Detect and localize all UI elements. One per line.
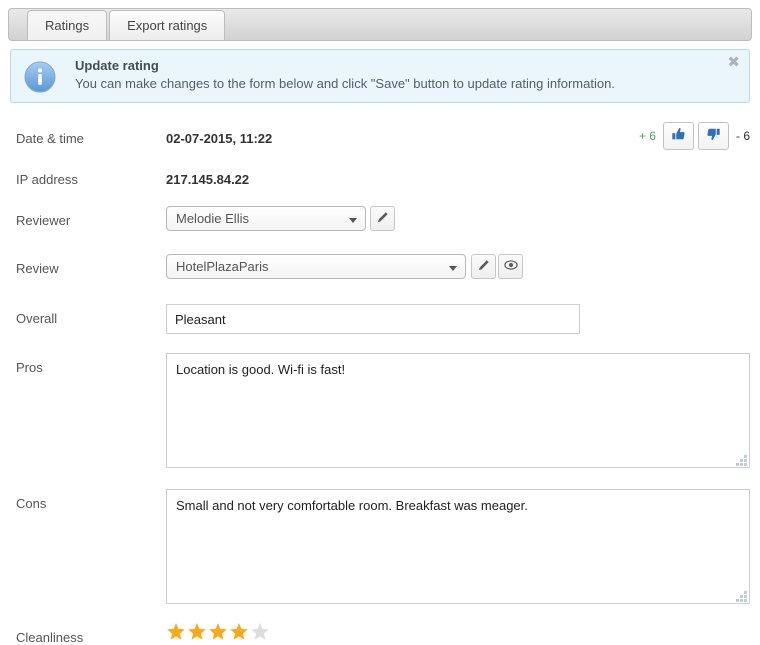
review-label: Review (16, 261, 59, 276)
cons-textarea[interactable] (166, 489, 750, 604)
tab-ratings-label: Ratings (45, 18, 90, 33)
update-rating-banner: Update rating You can make changes to th… (10, 49, 750, 103)
thumbs-down-icon (706, 127, 721, 145)
ip-address-value: 217.145.84.22 (166, 172, 250, 187)
star-icon[interactable] (166, 622, 186, 644)
tab-export-ratings[interactable]: Export ratings (109, 10, 226, 40)
datetime-label: Date & time (16, 131, 84, 146)
star-icon[interactable] (208, 622, 228, 644)
vote-widget: + 6 - 6 (639, 122, 750, 150)
cleanliness-stars[interactable] (166, 622, 270, 644)
reviewer-select[interactable]: Melodie Ellis (166, 206, 366, 231)
banner-title: Update rating (75, 58, 159, 73)
tab-ratings[interactable]: Ratings (27, 10, 108, 40)
tab-bar: Ratings Export ratings (8, 8, 752, 41)
review-select-value: HotelPlazaParis (176, 259, 269, 274)
overall-label: Overall (16, 311, 58, 326)
thumbs-up-icon (671, 127, 686, 145)
pencil-icon (376, 211, 389, 227)
close-icon[interactable]: ✖ (727, 55, 740, 70)
downvote-count: - 6 (735, 129, 750, 143)
edit-reviewer-button[interactable] (370, 206, 395, 231)
downvote-button[interactable] (697, 122, 729, 150)
banner-message: You can make changes to the form below a… (75, 76, 615, 91)
overall-input[interactable] (166, 304, 580, 334)
pros-textarea[interactable] (166, 353, 750, 468)
chevron-down-icon (349, 218, 357, 223)
star-icon[interactable] (229, 622, 249, 644)
tab-export-ratings-label: Export ratings (127, 18, 208, 33)
upvote-count: + 6 (638, 129, 656, 143)
edit-review-button[interactable] (471, 254, 496, 279)
view-review-button[interactable] (498, 254, 523, 279)
chevron-down-icon (449, 266, 457, 271)
star-icon[interactable] (250, 622, 270, 644)
ip-address-label: IP address (16, 172, 78, 187)
star-icon[interactable] (187, 622, 207, 644)
upvote-button[interactable] (662, 122, 694, 150)
eye-icon (503, 258, 518, 275)
pros-label: Pros (16, 360, 43, 375)
info-icon (24, 61, 56, 93)
cleanliness-label: Cleanliness (16, 630, 84, 645)
reviewer-label: Reviewer (16, 213, 71, 228)
cons-label: Cons (16, 496, 47, 511)
datetime-value: 02-07-2015, 11:22 (166, 131, 273, 146)
reviewer-select-value: Melodie Ellis (176, 211, 249, 226)
review-select[interactable]: HotelPlazaParis (166, 254, 466, 279)
pencil-icon (477, 259, 490, 275)
